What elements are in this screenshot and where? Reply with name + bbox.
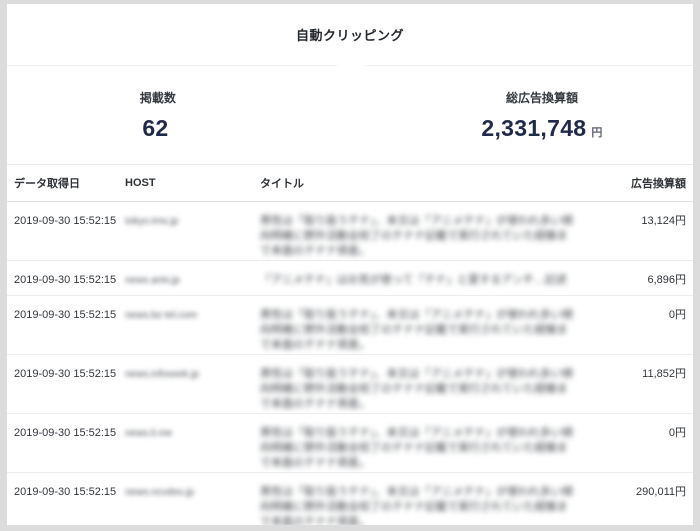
cell-title: 男性は「取り扱うテナ」、本文は「アニメテナ」が使われ多い傾向明確に野外活動全校了… (260, 367, 606, 412)
cell-host: news.ncvdeo.jp (125, 485, 260, 525)
stat-total-ad-value: 総広告換算額 2,331,748 円 (391, 89, 693, 142)
cell-title: 男性は「取り扱うテナ」、本文は「アニメテナ」が使われ多い傾向明確に野外活動全校了… (260, 308, 606, 353)
table-row: 2019-09-30 15:52:15 news.infoseek.jp 男性は… (7, 355, 693, 414)
blurred-host-text: news.ncvdeo.jp (125, 485, 194, 500)
table-body: 2019-09-30 15:52:15 tokyo.tms.jp 男性は「取り扱… (7, 202, 693, 525)
column-header-title: タイトル (260, 175, 606, 191)
cell-ad-value: 290,011円 (606, 485, 693, 525)
cell-date: 2019-09-30 15:52:15 (7, 273, 125, 294)
column-header-host: HOST (125, 177, 260, 189)
table-row: 2019-09-30 15:52:15 news.ncvdeo.jp 男性は「取… (7, 473, 693, 525)
table-row: 2019-09-30 15:52:15 news.bz-tel.com 男性は「… (7, 296, 693, 355)
blurred-host-text: tokyo.tms.jp (125, 214, 178, 229)
page-background: 自動クリッピング 掲載数 62 総広告換算額 2,331,748 円 データ取得日… (0, 0, 700, 531)
column-header-date: データ取得日 (7, 175, 125, 191)
cell-host: news.bz-tel.com (125, 308, 260, 353)
cell-host: news.infoseek.jp (125, 367, 260, 412)
stat-posted-count: 掲載数 62 (7, 89, 309, 142)
cell-title: 男性は「取り扱うテナ」、本文は「アニメテナ」が使われ多い傾向明確に野外活動全校了… (260, 214, 606, 259)
cell-host: news.li.me (125, 426, 260, 471)
blurred-title-text: 男性は「取り扱うテナ」、本文は「アニメテナ」が使われ多い傾向明確に野外活動全校了… (260, 308, 578, 353)
page-title: 自動クリッピング (296, 25, 404, 44)
stat-posted-count-label: 掲載数 (7, 89, 309, 106)
blurred-host-text: news.infoseek.jp (125, 367, 199, 382)
blurred-title-text: 男性は「取り扱うテナ」、本文は「アニメテナ」が使われ多い傾向明確に野外活動全校了… (260, 367, 578, 412)
cell-ad-value: 6,896円 (606, 273, 693, 294)
stat-unit: 円 (591, 127, 602, 139)
cell-date: 2019-09-30 15:52:15 (7, 367, 125, 412)
cell-title: 男性は「取り扱うテナ」、本文は「アニメテナ」が使われ多い傾向明確に野外活動全校了… (260, 485, 606, 525)
stat-total-ad-value-label: 総広告換算額 (391, 89, 693, 106)
cell-date: 2019-09-30 15:52:15 (7, 214, 125, 259)
cell-title: 男性は「取り扱うテナ」、本文は「アニメテナ」が使われ多い傾向明確に野外活動全校了… (260, 426, 606, 471)
stat-number: 2,331,748 (481, 115, 586, 141)
blurred-title-text: 男性は「取り扱うテナ」、本文は「アニメテナ」が使われ多い傾向明確に野外活動全校了… (260, 485, 578, 525)
table-header: データ取得日 HOST タイトル 広告換算額 (7, 164, 693, 202)
cell-ad-value: 0円 (606, 308, 693, 353)
stat-total-ad-value-value: 2,331,748 円 (391, 115, 693, 142)
cell-date: 2019-09-30 15:52:15 (7, 485, 125, 525)
cell-host: tokyo.tms.jp (125, 214, 260, 259)
title-bar: 自動クリッピング (7, 4, 693, 66)
column-header-ad-value: 広告換算額 (606, 175, 693, 191)
cell-date: 2019-09-30 15:52:15 (7, 308, 125, 353)
table-row: 2019-09-30 15:52:15 news.antv.jp 「アニメテナ」… (7, 261, 693, 296)
blurred-host-text: news.antv.jp (125, 273, 180, 288)
blurred-title-text: 「アニメテナ」はお気が使って「テナ」と愛するアンチ…記述 (260, 273, 578, 288)
auto-clipping-card: 自動クリッピング 掲載数 62 総広告換算額 2,331,748 円 データ取得日… (7, 4, 693, 525)
clippings-table: データ取得日 HOST タイトル 広告換算額 2019-09-30 15:52:… (7, 164, 693, 525)
cell-ad-value: 13,124円 (606, 214, 693, 259)
table-row: 2019-09-30 15:52:15 news.li.me 男性は「取り扱うテ… (7, 414, 693, 473)
cell-title: 「アニメテナ」はお気が使って「テナ」と愛するアンチ…記述 (260, 273, 606, 294)
cell-date: 2019-09-30 15:52:15 (7, 426, 125, 471)
cell-host: news.antv.jp (125, 273, 260, 294)
table-row: 2019-09-30 15:52:15 tokyo.tms.jp 男性は「取り扱… (7, 202, 693, 261)
blurred-title-text: 男性は「取り扱うテナ」、本文は「アニメテナ」が使われ多い傾向明確に野外活動全校了… (260, 426, 578, 471)
stat-number: 62 (142, 115, 168, 141)
blurred-title-text: 男性は「取り扱うテナ」、本文は「アニメテナ」が使われ多い傾向明確に野外活動全校了… (260, 214, 578, 259)
blurred-host-text: news.li.me (125, 426, 172, 441)
summary-stats: 掲載数 62 総広告換算額 2,331,748 円 (7, 66, 693, 164)
cell-ad-value: 0円 (606, 426, 693, 471)
stat-posted-count-value: 62 (7, 115, 309, 142)
blurred-host-text: news.bz-tel.com (125, 308, 197, 323)
cell-ad-value: 11,852円 (606, 367, 693, 412)
